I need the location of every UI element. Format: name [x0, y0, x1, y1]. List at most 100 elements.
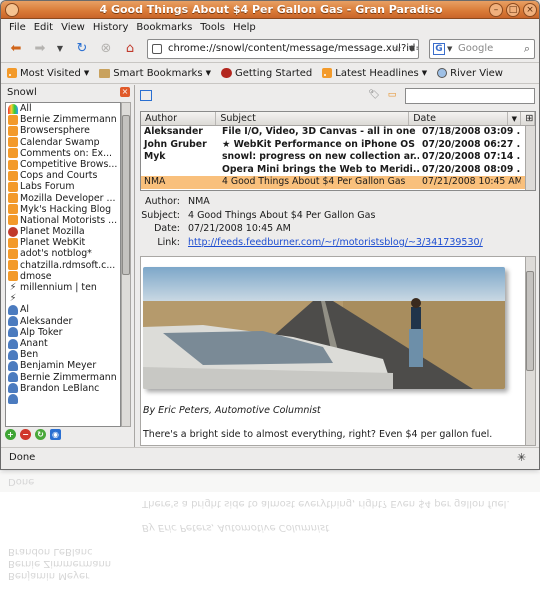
options-icon[interactable]: ◉ — [50, 429, 61, 440]
menu-file[interactable]: File — [5, 19, 30, 37]
rss-icon — [8, 114, 18, 125]
sidebar-item[interactable]: Planet WebKit — [6, 237, 120, 248]
message-row[interactable]: NMA 4 Good Things About $4 Per Gallon Gas… — [141, 176, 535, 189]
menu-bookmarks[interactable]: Bookmarks — [132, 19, 196, 37]
sidebar-item[interactable]: Aleksander — [6, 316, 120, 327]
stop-icon[interactable]: ⊗ — [97, 40, 115, 58]
menu-tools[interactable]: Tools — [196, 19, 229, 37]
bookmark-most-visited[interactable]: Most Visited ▼ — [7, 68, 89, 79]
url-dropdown-icon[interactable]: ▼ — [409, 40, 415, 58]
rss-icon — [8, 271, 18, 282]
sidebar-item[interactable]: Planet Mozilla — [6, 226, 120, 237]
sidebar-item[interactable]: Mozilla Developer ... — [6, 193, 120, 204]
sidebar-item[interactable]: dmose — [6, 271, 120, 282]
message-row[interactable]: Aleksander File I/O, Video, 3D Canvas - a… — [141, 126, 535, 139]
search-icon[interactable]: ⌕ — [524, 40, 530, 58]
sidebar-item-label: Planet WebKit — [20, 237, 86, 249]
google-engine-icon[interactable]: G — [433, 43, 445, 55]
bookmark-getting-started[interactable]: Getting Started — [220, 68, 312, 79]
sort-indicator-icon[interactable]: ▼ — [508, 112, 522, 125]
close-window-button[interactable]: × — [523, 3, 537, 17]
bookmark-star-icon[interactable]: ☆ — [392, 40, 402, 58]
message-author: Myk — [144, 151, 166, 162]
window-reflection: Done There's a bright side to almost eve… — [0, 472, 540, 595]
add-source-icon[interactable]: + — [5, 429, 16, 440]
title-bar[interactable]: 4 Good Things About $4 Per Gallon Gas - … — [1, 1, 539, 19]
sidebar-item[interactable]: Alp Toker — [6, 327, 120, 338]
sidebar-item[interactable]: Benjamin Meyer — [6, 360, 120, 371]
refresh-sources-icon[interactable]: ↻ — [35, 429, 46, 440]
sidebar-item[interactable]: Browsersphere — [6, 125, 120, 136]
sidebar-item[interactable]: chatzilla.rdmsoft.c... — [6, 260, 120, 271]
sidebar-item[interactable]: Brandon LeBlanc — [6, 383, 120, 394]
message-row[interactable]: Myk snowl: progress on new collection ar.… — [141, 151, 535, 164]
sidebar-item[interactable]: adot's notblog* — [6, 248, 120, 259]
layout-toggle-icon[interactable] — [140, 90, 152, 101]
bookmark-smart-bookmarks[interactable]: Smart Bookmarks ▼ — [99, 68, 211, 79]
subject-value: 4 Good Things About $4 Per Gallon Gas — [188, 209, 376, 221]
rss-toggle-icon[interactable]: ▭ — [386, 90, 398, 101]
menu-view[interactable]: View — [57, 19, 89, 37]
sidebar-item-label: Benjamin Meyer — [20, 360, 97, 372]
content-scrollbar[interactable] — [525, 257, 535, 445]
bookmark-river-view[interactable]: River View — [437, 68, 503, 79]
column-author[interactable]: Author — [141, 112, 217, 125]
message-date: 07/18/2008 03:09 ... — [422, 126, 521, 137]
sidebar-item[interactable] — [6, 394, 120, 405]
sidebar-item[interactable]: Calendar Swamp — [6, 137, 120, 148]
sidebar-scrollbar[interactable] — [121, 102, 131, 427]
sidebar-item-label: Comments on: Ex... — [20, 147, 113, 159]
message-list-scrollbar[interactable] — [525, 126, 535, 190]
reload-icon[interactable]: ↻ — [73, 40, 91, 58]
back-arrow-icon[interactable]: ⬅ — [7, 40, 25, 58]
home-icon[interactable]: ⌂ — [121, 40, 139, 58]
message-list[interactable]: Author Subject Date ▼ ⊞ Aleksander File I… — [140, 111, 536, 191]
sidebar-item[interactable]: National Motorists ... — [6, 215, 120, 226]
bookmark-latest-headlines[interactable]: Latest Headlines ▼ — [322, 68, 427, 79]
sidebar-item[interactable]: All — [6, 103, 120, 114]
sidebar-item[interactable]: Ben — [6, 349, 120, 360]
menu-history[interactable]: History — [89, 19, 133, 37]
message-author: John Gruber — [144, 138, 207, 150]
sidebar-item[interactable]: Myk's Hacking Blog — [6, 204, 120, 215]
source-list[interactable]: All Bernie Zimmermann Browsersphere Calenda… — [5, 102, 121, 427]
snowl-status-icon[interactable]: ✳ — [517, 452, 529, 464]
history-dropdown-icon[interactable]: ▼ — [51, 40, 69, 58]
sidebar-item[interactable]: Bernie Zimmermann — [6, 114, 120, 125]
message-row[interactable]: John Gruber ★ WebKit Performance on iPhon… — [141, 139, 535, 152]
sidebar-item-label: National Motorists ... — [20, 214, 118, 226]
rss-icon — [8, 170, 18, 181]
sidebar-item[interactable]: Comments on: Ex... — [6, 148, 120, 159]
engine-dropdown-icon[interactable]: ▼ — [447, 40, 452, 58]
sidebar-header: Snowl × — [1, 85, 134, 101]
column-subject[interactable]: Subject — [216, 112, 410, 125]
url-bar[interactable]: chrome://snowl/content/message/message.x… — [147, 39, 419, 59]
url-text: chrome://snowl/content/message/message.x… — [168, 43, 419, 54]
sidebar-item[interactable]: ⚡ millennium | ten — [6, 282, 120, 293]
sidebar-item[interactable]: Al — [6, 304, 120, 315]
close-sidebar-icon[interactable]: × — [120, 87, 130, 97]
message-row[interactable]: Opera Mini brings the Web to Meridi... 07… — [141, 164, 535, 177]
column-date[interactable]: Date — [409, 112, 508, 125]
search-box[interactable]: G ▼ Google ⌕ — [429, 39, 535, 59]
sidebar-item[interactable]: Cops and Courts — [6, 170, 120, 181]
maximize-button[interactable]: □ — [506, 3, 520, 17]
forward-arrow-icon[interactable]: ➡ — [31, 40, 49, 58]
content-scroll-thumb[interactable] — [526, 271, 534, 371]
person-icon — [8, 316, 18, 327]
sidebar-item[interactable]: Competitive Brows... — [6, 159, 120, 170]
sidebar-item[interactable]: Bernie Zimmermann — [6, 372, 120, 383]
message-filter-input[interactable] — [405, 88, 535, 104]
menu-help[interactable]: Help — [229, 19, 260, 37]
tag-icon[interactable]: 🏷 — [368, 90, 380, 101]
message-link[interactable]: http://feeds.feedburner.com/~r/motorists… — [188, 236, 483, 250]
minimize-button[interactable]: – — [489, 3, 503, 17]
menu-edit[interactable]: Edit — [30, 19, 57, 37]
sidebar-item[interactable]: ⚡ — [6, 293, 120, 304]
column-picker-icon[interactable]: ⊞ — [521, 112, 535, 125]
sidebar-item[interactable]: Anant — [6, 338, 120, 349]
rainbow-icon — [8, 103, 18, 114]
sidebar-item[interactable]: Labs Forum — [6, 181, 120, 192]
sidebar-scroll-thumb[interactable] — [122, 115, 130, 275]
remove-source-icon[interactable]: − — [20, 429, 31, 440]
